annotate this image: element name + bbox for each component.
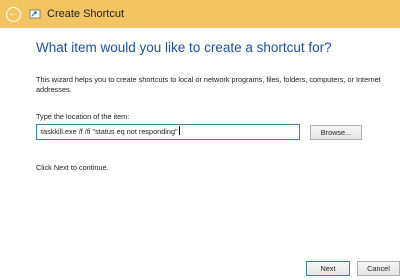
cancel-button[interactable]: Cancel (357, 261, 400, 276)
wizard-description: This wizard helps you to create shortcut… (36, 75, 381, 94)
back-arrow-icon[interactable]: ← (6, 6, 21, 22)
location-label: Type the location of the item: (36, 112, 130, 121)
location-input[interactable]: taskkill.exe /f /fi "status eq not respo… (36, 124, 300, 140)
continue-hint: Click Next to continue. (36, 163, 109, 172)
shortcut-icon (29, 8, 41, 20)
window-title: Create Shortcut (47, 8, 125, 20)
page-heading: What item would you like to create a sho… (36, 40, 332, 55)
title-bar: ← Create Shortcut (0, 0, 400, 28)
next-button[interactable]: Next (306, 261, 350, 276)
text-caret (178, 126, 180, 135)
browse-button[interactable]: Browse... (310, 125, 362, 140)
location-value: taskkill.exe /f /fi "status eq not respo… (41, 127, 178, 136)
